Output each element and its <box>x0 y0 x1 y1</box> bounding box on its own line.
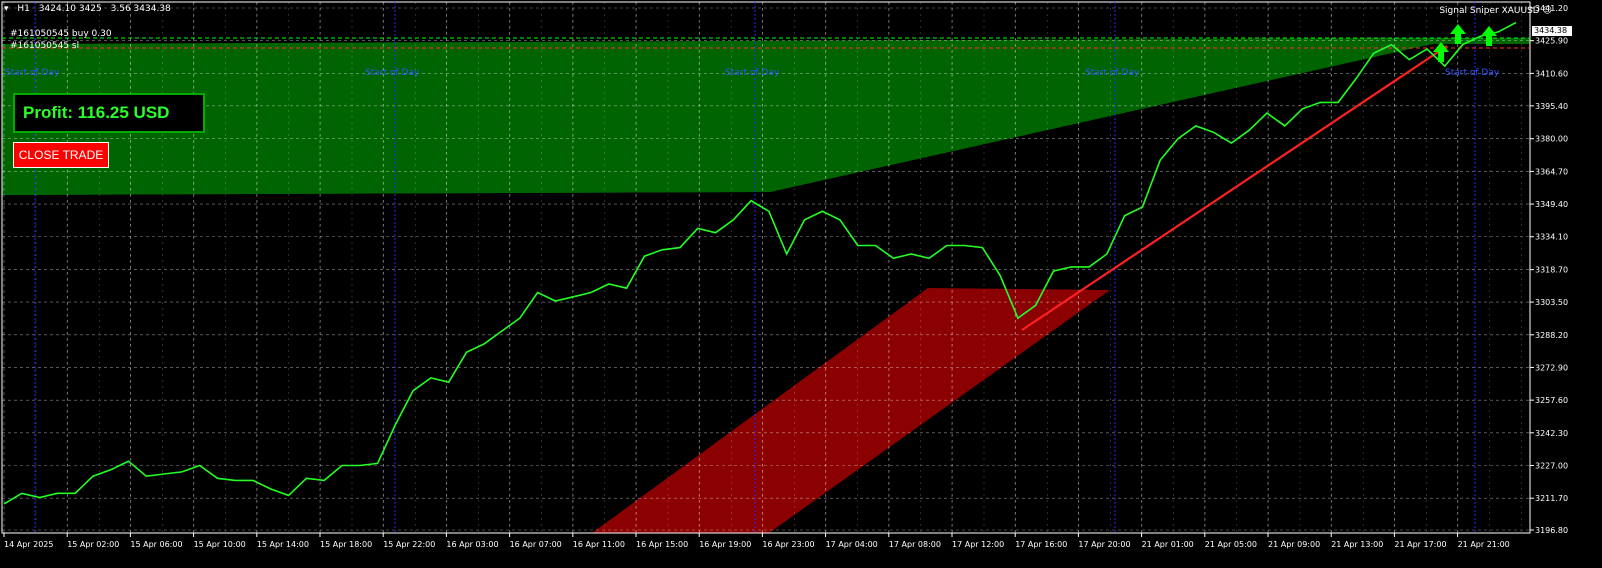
start-of-day-label: Start of Day <box>1085 68 1140 78</box>
time-label: 15 Apr 06:00 <box>130 540 182 549</box>
time-label: 21 Apr 09:00 <box>1268 540 1320 549</box>
close-trade-button[interactable]: CLOSE TRADE <box>13 142 109 168</box>
time-label: 16 Apr 23:00 <box>762 540 814 549</box>
time-label: 21 Apr 17:00 <box>1394 540 1446 549</box>
price-label: 3395.40 <box>1535 102 1568 111</box>
timeframe-label: H1 <box>17 4 30 14</box>
change-readout: 3.56 3434.38 <box>110 4 171 14</box>
buy-order-label: #161050545 buy 0.30 <box>10 29 112 39</box>
price-label: 3242.30 <box>1535 429 1568 438</box>
symbol-menu-icon[interactable]: ▾ <box>4 4 9 14</box>
price-chart[interactable]: Start of Day Start of Day Start of Day Star… <box>0 0 1602 568</box>
time-label: 17 Apr 04:00 <box>826 540 878 549</box>
time-label: 16 Apr 11:00 <box>573 540 625 549</box>
time-label: 17 Apr 08:00 <box>889 540 941 549</box>
time-label: 15 Apr 18:00 <box>320 540 372 549</box>
smiley-icon: ☺ <box>1542 6 1552 16</box>
time-label: 14 Apr 2025 <box>4 540 53 549</box>
time-label: 21 Apr 05:00 <box>1205 540 1257 549</box>
time-label: 16 Apr 07:00 <box>510 540 562 549</box>
time-label: 21 Apr 01:00 <box>1142 540 1194 549</box>
price-label: 3349.40 <box>1535 200 1568 209</box>
price-label: 3257.60 <box>1535 396 1568 405</box>
current-price-tag: 3434.38 <box>1532 26 1572 36</box>
price-label: 3227.00 <box>1535 461 1568 470</box>
start-of-day-label: Start of Day <box>365 68 420 78</box>
time-label: 17 Apr 16:00 <box>1015 540 1067 549</box>
price-label: 3196.80 <box>1535 526 1568 535</box>
profit-display: Profit: 116.25 USD <box>13 93 205 133</box>
price-label: 3211.70 <box>1535 494 1568 503</box>
time-label: 15 Apr 10:00 <box>194 540 246 549</box>
time-label: 21 Apr 13:00 <box>1331 540 1383 549</box>
price-label: 3425.90 <box>1535 37 1568 46</box>
buy-arrow-icon <box>1433 42 1449 62</box>
price-label: 3334.10 <box>1535 233 1568 242</box>
time-label: 15 Apr 14:00 <box>257 540 309 549</box>
price-label: 3303.50 <box>1535 298 1568 307</box>
price-label: 3410.60 <box>1535 69 1568 78</box>
price-label: 3364.70 <box>1535 167 1568 176</box>
time-label: 15 Apr 02:00 <box>67 540 119 549</box>
indicator-name-text: Signal Sniper XAUUSD <box>1439 6 1540 16</box>
start-of-day-label: Start of Day <box>1445 68 1500 78</box>
price-label: 3272.90 <box>1535 363 1568 372</box>
time-label: 16 Apr 19:00 <box>699 540 751 549</box>
price-label: 3318.70 <box>1535 266 1568 275</box>
time-label: 16 Apr 03:00 <box>446 540 498 549</box>
take-profit-zone-body <box>2 44 1432 195</box>
start-of-day-label: Start of Day <box>5 68 60 78</box>
time-label: 21 Apr 21:00 <box>1458 540 1510 549</box>
price-label: 3380.00 <box>1535 135 1568 144</box>
sl-order-label: #161050545 sl <box>10 41 80 51</box>
time-label: 17 Apr 20:00 <box>1078 540 1130 549</box>
time-label: 16 Apr 15:00 <box>636 540 688 549</box>
stop-loss-zone <box>592 288 1110 533</box>
time-label: 17 Apr 12:00 <box>952 540 1004 549</box>
time-label: 15 Apr 22:00 <box>383 540 435 549</box>
price-label: 3288.20 <box>1535 331 1568 340</box>
start-of-day-label: Start of Day <box>725 68 780 78</box>
indicator-name: Signal Sniper XAUUSD ☺ <box>1439 6 1552 16</box>
chart-header: ▾ H1 3424.10 3425 3.56 3434.38 <box>4 4 177 16</box>
ohlc-readout: 3424.10 3425 <box>38 4 102 14</box>
